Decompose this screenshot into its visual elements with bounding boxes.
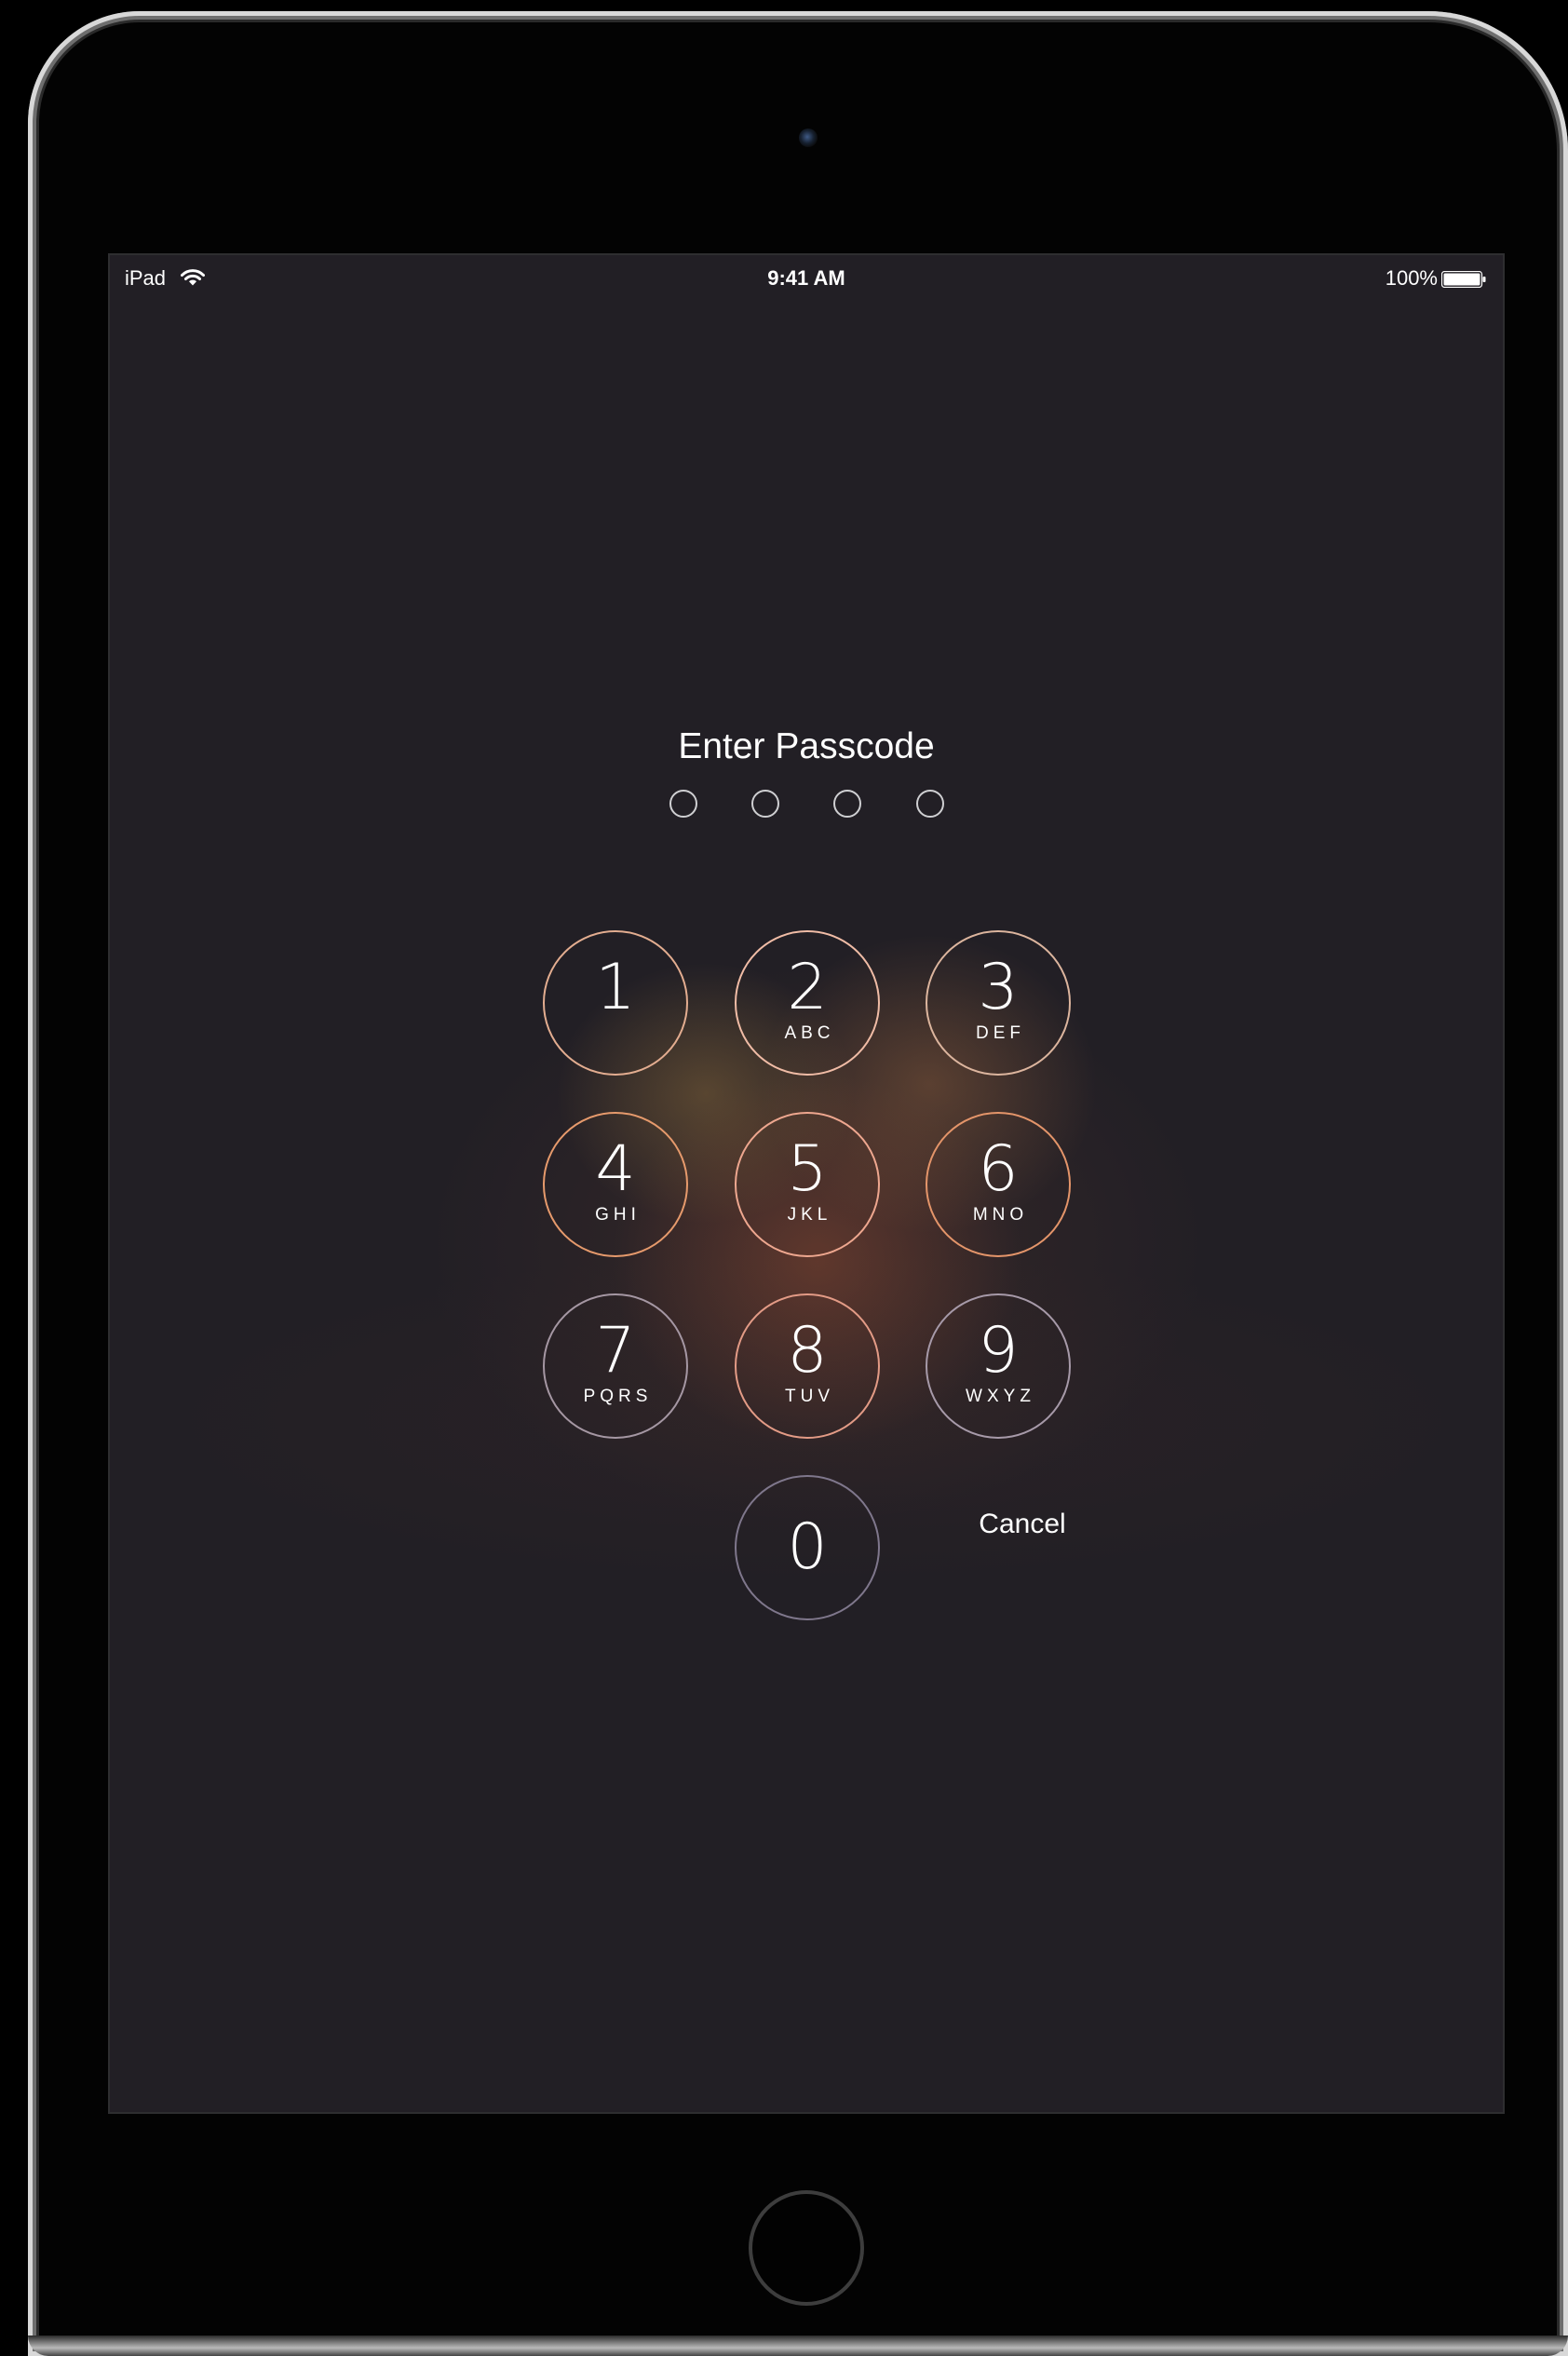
key-letters: PQRS — [583, 1387, 653, 1406]
key-digit: 4 — [595, 1132, 636, 1206]
key-letters: ABC — [784, 1023, 835, 1043]
cancel-button[interactable]: Cancel — [946, 1509, 1099, 1540]
key-digit: 7 — [595, 1314, 636, 1388]
key-letters: WXYZ — [966, 1387, 1035, 1406]
camera-icon — [799, 129, 818, 147]
status-time: 9:41 AM — [767, 266, 845, 290]
battery-percentage: 100% — [1385, 266, 1438, 290]
passcode-dot — [833, 790, 861, 818]
status-bar: iPad 9:41 AM 100% — [110, 255, 1503, 296]
device-bottom-edge — [28, 2336, 1568, 2356]
battery-full-icon — [1441, 271, 1486, 288]
passcode-dots — [110, 790, 1503, 819]
key-digit: 1 — [595, 951, 636, 1024]
keypad-key-8[interactable]: 8 TUV — [735, 1293, 880, 1439]
keypad-key-3[interactable]: 3 DEF — [926, 930, 1071, 1076]
key-letters: DEF — [976, 1023, 1025, 1043]
key-letters: TUV — [785, 1387, 834, 1406]
home-button[interactable] — [749, 2190, 864, 2306]
keypad-key-6[interactable]: 6 MNO — [926, 1112, 1071, 1257]
key-digit: 0 — [787, 1510, 828, 1584]
key-digit: 2 — [787, 951, 828, 1024]
key-letters: MNO — [972, 1205, 1029, 1225]
keypad-key-2[interactable]: 2 ABC — [735, 930, 880, 1076]
keypad-key-5[interactable]: 5 JKL — [735, 1112, 880, 1257]
passcode-title: Enter Passcode — [678, 726, 935, 766]
key-letters: GHI — [595, 1205, 641, 1225]
key-digit: 6 — [978, 1132, 1019, 1206]
keypad-key-0[interactable]: 0 — [735, 1475, 880, 1620]
keypad-key-9[interactable]: 9 WXYZ — [926, 1293, 1071, 1439]
key-digit: 3 — [978, 951, 1019, 1024]
key-digit: 9 — [978, 1314, 1019, 1388]
key-digit: 5 — [787, 1132, 828, 1206]
passcode-dot — [669, 790, 697, 818]
key-letters: JKL — [787, 1205, 832, 1225]
passcode-dot — [751, 790, 779, 818]
key-digit: 8 — [787, 1314, 828, 1388]
keypad-key-4[interactable]: 4 GHI — [543, 1112, 688, 1257]
keypad-key-1[interactable]: 1 — [543, 930, 688, 1076]
passcode-dot — [916, 790, 944, 818]
keypad-key-7[interactable]: 7 PQRS — [543, 1293, 688, 1439]
lock-screen: iPad 9:41 AM 100% Enter Passcode 1 2 ABC… — [108, 253, 1505, 2114]
